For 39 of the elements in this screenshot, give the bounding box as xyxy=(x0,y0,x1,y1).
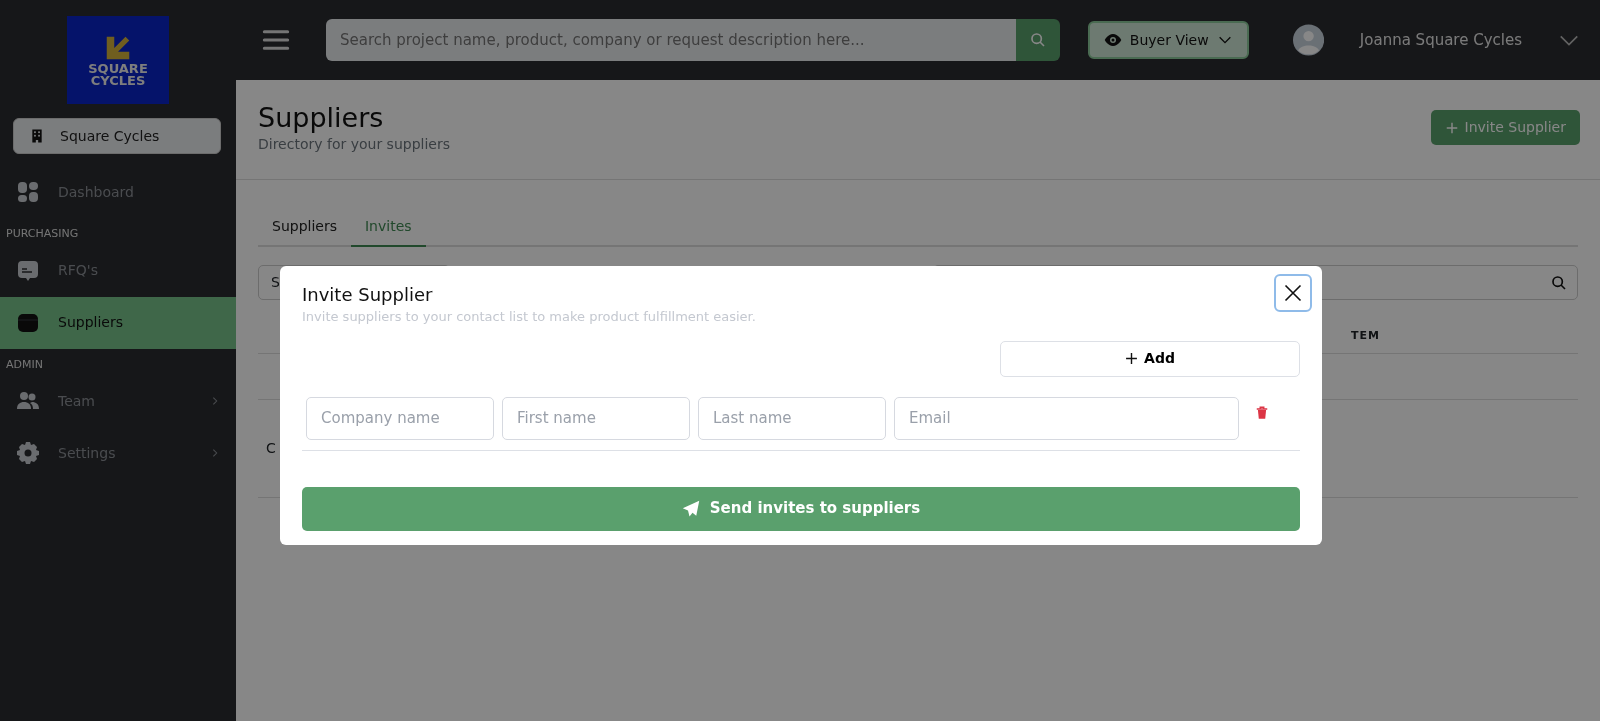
close-icon xyxy=(1283,283,1303,303)
buyer-view-button[interactable]: Buyer View xyxy=(1087,21,1249,59)
close-button[interactable] xyxy=(1274,274,1312,312)
organization-button[interactable]: Square Cycles xyxy=(13,118,221,154)
page-title: Suppliers xyxy=(258,102,385,135)
logo-text: CYCLES xyxy=(90,75,146,87)
send-icon xyxy=(681,499,700,518)
user-name: Joanna Square Cycles xyxy=(1359,29,1522,51)
gear-icon xyxy=(16,441,40,465)
search-button[interactable] xyxy=(1015,19,1060,61)
plus-icon xyxy=(1125,352,1139,365)
trash-icon xyxy=(1255,404,1269,421)
plus-icon xyxy=(1444,120,1459,135)
avatar-icon xyxy=(1292,23,1324,57)
search-icon xyxy=(1029,32,1046,48)
dialog-subtitle: Invite suppliers to your contact list to make product fulfillment easier. xyxy=(302,308,757,326)
dashboard-icon xyxy=(16,180,40,204)
add-button[interactable]: Add xyxy=(1000,340,1300,377)
input-field[interactable]: First name xyxy=(502,396,690,440)
input-field[interactable]: Last name xyxy=(698,396,886,440)
section-label: ADMIN xyxy=(5,356,44,373)
delete-button[interactable] xyxy=(1255,404,1269,421)
dialog-title: Invite Supplier xyxy=(302,284,433,306)
input-field[interactable]: Email xyxy=(894,396,1239,440)
tab[interactable]: Suppliers xyxy=(258,208,351,248)
table-cell-text: C xyxy=(266,439,276,459)
invite-supplier-button[interactable]: Invite Supplier xyxy=(1430,110,1580,145)
tab[interactable]: Invites xyxy=(351,208,426,248)
send-invites-button[interactable]: Send invites to suppliers xyxy=(302,486,1300,531)
search-icon xyxy=(1551,274,1567,291)
column-header: TEM xyxy=(1351,327,1380,344)
logo-text: SQUARE xyxy=(88,63,148,75)
section-label: PURCHASING xyxy=(5,226,80,242)
input-field[interactable]: Company name xyxy=(306,396,494,440)
eye-icon xyxy=(1103,31,1122,49)
building-icon xyxy=(30,127,44,145)
page-subtitle: Directory for your suppliers xyxy=(258,135,450,155)
sidebar-item[interactable]: Suppliers xyxy=(0,296,236,349)
chat-bubble-icon xyxy=(16,258,40,283)
